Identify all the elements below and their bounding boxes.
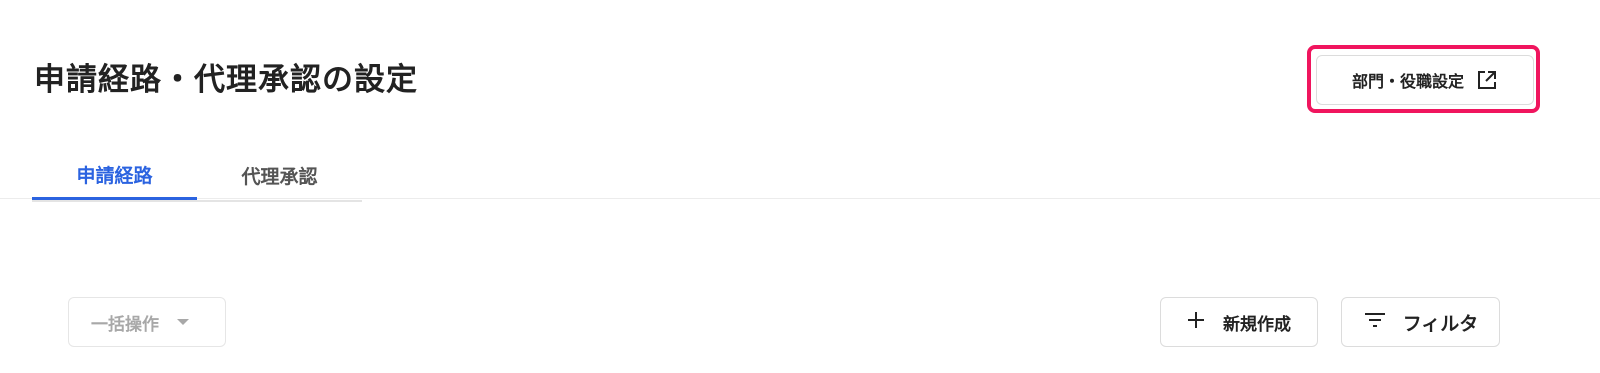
tab-application-route[interactable]: 申請経路 bbox=[32, 152, 197, 200]
bulk-action-dropdown[interactable]: 一括操作 bbox=[68, 297, 226, 347]
page-title: 申請経路・代理承認の設定 bbox=[34, 62, 418, 98]
department-position-settings-label: 部門・役職設定 bbox=[1351, 72, 1464, 91]
department-position-settings-button[interactable]: 部門・役職設定 bbox=[1316, 55, 1534, 105]
filter-icon bbox=[1363, 311, 1387, 334]
filter-button[interactable]: フィルタ bbox=[1341, 297, 1500, 347]
bulk-action-label: 一括操作 bbox=[91, 314, 159, 335]
plus-icon bbox=[1187, 311, 1205, 334]
page: 申請経路・代理承認の設定 部門・役職設定 申請経路 代理承認 一括操作 新規作成 bbox=[0, 0, 1600, 373]
tab-proxy-approval[interactable]: 代理承認 bbox=[197, 152, 362, 198]
tab-bar: 申請経路 代理承認 bbox=[32, 152, 362, 202]
create-new-button[interactable]: 新規作成 bbox=[1160, 297, 1318, 347]
create-new-label: 新規作成 bbox=[1223, 314, 1291, 335]
external-link-icon bbox=[1476, 69, 1498, 91]
caret-down-icon bbox=[177, 319, 189, 325]
filter-label: フィルタ bbox=[1402, 312, 1479, 335]
